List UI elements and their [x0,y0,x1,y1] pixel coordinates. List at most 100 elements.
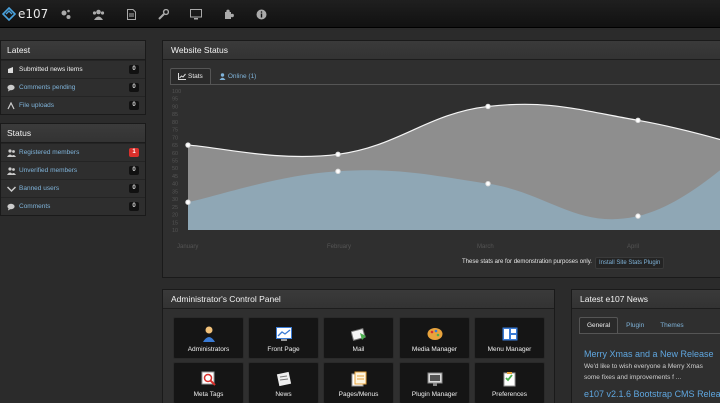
data-point [635,117,641,124]
tile-label: Administrators [187,346,230,353]
puzzle-icon[interactable] [222,7,236,21]
wrench-icon[interactable] [156,7,170,21]
tab-stats-label: Stats [188,73,203,80]
stats-demo-note: These stats are for demonstration purpos… [462,259,592,265]
count-badge: 0 [129,184,139,193]
sidebar-item-comments[interactable]: Comments 0 [1,197,145,215]
brand-name: e107 [18,7,49,21]
tile-label: Mail [352,346,365,353]
y-tick-label: 75 [172,128,178,134]
status-panel: Status Registered members 1 Unverified m… [0,123,146,216]
tab-general[interactable]: General [579,317,619,333]
users-icon[interactable] [91,7,105,21]
news-item-title[interactable]: e107 v2.1.6 Bootstrap CMS Release [584,389,720,399]
sidebar-item-banned-users[interactable]: Banned users 0 [1,179,145,197]
tile-label: Meta Tags [193,391,224,398]
tab-stats[interactable]: Stats [170,68,211,84]
tile-pages-menus[interactable]: Pages/Menus [323,362,394,403]
sidebar-item-label: Comments pending [19,84,76,91]
preferences-icon [502,371,518,387]
y-tick-label: 100 [172,89,181,95]
upload-icon [7,101,16,110]
latest-news-title: Latest e107 News [572,290,720,309]
news-icon [7,65,16,74]
members-icon [7,166,16,175]
y-tick-label: 20 [172,213,178,219]
tile-preferences[interactable]: Preferences [474,362,545,403]
y-tick-label: 70 [172,135,178,141]
latest-news-tabs: General Plugin Themes [579,317,692,333]
y-tick-label: 15 [172,220,178,226]
brand-logo[interactable]: e107 [2,5,48,23]
media-manager-icon [427,326,443,342]
news-item-title[interactable]: Merry Xmas and a New Release [584,349,714,359]
tab-divider [170,84,720,85]
info-icon[interactable] [254,7,268,21]
e107-logo-icon [2,7,16,21]
sidebar-item-label: Comments [19,203,51,210]
top-navbar: e107 [0,0,720,28]
install-site-stats-button[interactable]: Install Site Stats Plugin [595,257,665,269]
tile-mail[interactable]: Mail [323,317,394,359]
front-page-icon [275,326,292,342]
data-point [185,199,191,205]
monitor-icon[interactable] [189,7,203,21]
tile-front-page[interactable]: Front Page [248,317,319,359]
y-tick-label: 95 [172,97,178,103]
data-point [185,142,191,148]
news-icon [276,371,292,387]
y-tick-label: 35 [172,189,178,195]
tile-menu-manager[interactable]: Menu Manager [474,317,545,359]
tile-meta-tags[interactable]: Meta Tags [173,362,244,403]
y-tick-label: 65 [172,143,178,149]
network-icon[interactable] [58,7,72,21]
count-badge: 1 [129,148,139,157]
y-tick-label: 45 [172,174,178,180]
tile-plugin-manager[interactable]: Plugin Manager [399,362,470,403]
menu-manager-icon [502,326,518,342]
tile-news[interactable]: News [248,362,319,403]
banned-icon [7,184,16,193]
document-icon[interactable] [124,7,138,21]
latest-panel-title: Latest [1,41,145,60]
y-tick-label: 55 [172,159,178,165]
tab-online-label: Online (1) [227,73,257,80]
sidebar-item-label: Registered members [19,149,80,156]
latest-news-panel: Latest e107 News [571,289,720,403]
x-tick-label: March [477,244,494,250]
latest-panel: Latest Submitted news items 0 Comments p… [0,40,146,115]
sidebar-item-label: Unverified members [19,167,78,174]
sidebar-item-registered-members[interactable]: Registered members 1 [1,143,145,161]
plugin-manager-icon [427,371,443,387]
status-panel-title: Status [1,124,145,143]
tab-online[interactable]: Online (1) [211,68,265,84]
tile-label: Menu Manager [487,346,532,353]
website-status-title: Website Status [163,41,720,60]
chart-icon [178,73,186,80]
data-point [485,103,491,110]
tile-media-manager[interactable]: Media Manager [399,317,470,359]
site-stats-chart: 100959085807570656055504540353025201510J… [172,89,720,250]
tile-administrators[interactable]: Administrators [173,317,244,359]
tab-plugin[interactable]: Plugin [618,317,652,333]
tab-themes[interactable]: Themes [652,317,691,333]
sidebar-item-submitted-news[interactable]: Submitted news items 0 [1,60,145,78]
sidebar-item-unverified-members[interactable]: Unverified members 0 [1,161,145,179]
y-tick-label: 10 [172,228,178,234]
tile-label: News [275,391,292,398]
sidebar-item-file-uploads[interactable]: File uploads 0 [1,96,145,114]
mail-icon [350,326,367,342]
sidebar-item-label: File uploads [19,102,55,109]
x-tick-label: April [627,244,639,250]
count-badge: 0 [129,83,139,92]
count-badge: 0 [129,101,139,110]
y-tick-label: 85 [172,112,178,118]
x-tick-label: February [327,244,351,250]
user-icon [219,73,226,80]
members-icon [7,148,16,157]
y-tick-label: 90 [172,104,178,110]
x-tick-label: January [177,244,198,250]
administrators-icon [201,326,217,342]
website-status-tabs: Stats Online (1) [170,68,264,84]
sidebar-item-comments-pending[interactable]: Comments pending 0 [1,78,145,96]
